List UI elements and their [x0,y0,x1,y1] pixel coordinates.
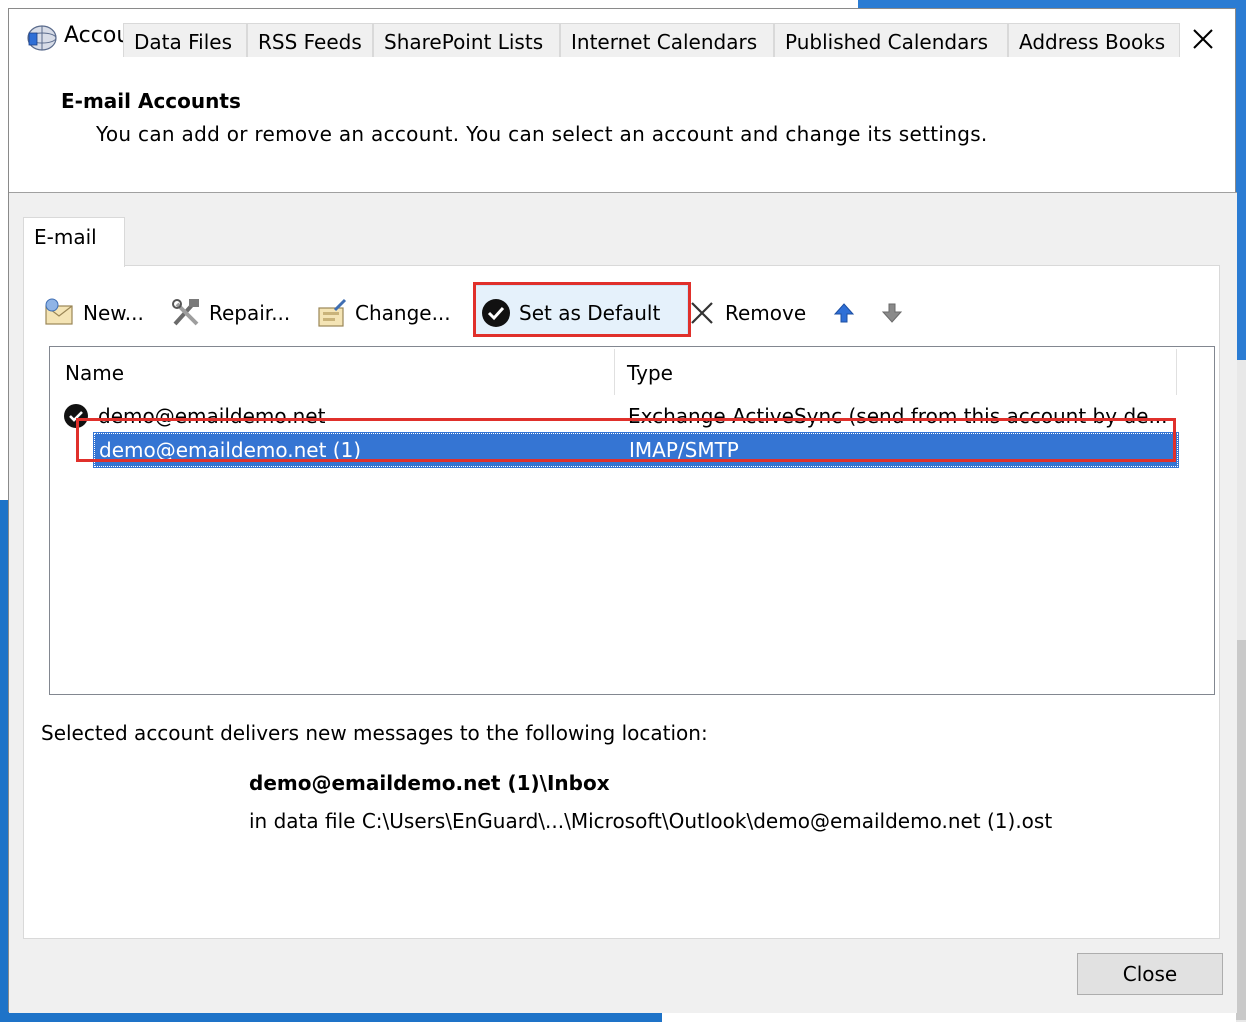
desktop-background [1236,640,1246,1020]
new-account-button[interactable]: New... [43,283,144,343]
tab-data-files[interactable]: Data Files [123,23,247,57]
set-as-default-label: Set as Default [519,301,661,325]
delivery-folder: demo@emaildemo.net (1)\Inbox [249,771,610,795]
list-item[interactable]: demo@emaildemo.net Exchange ActiveSync (… [50,399,1214,433]
remove-x-icon [685,296,719,330]
checkmark-circle-icon [479,296,513,330]
tab-label: E-mail [34,225,97,249]
close-window-icon[interactable] [1185,21,1221,57]
tab-published-calendars[interactable]: Published Calendars [774,23,1008,57]
desktop-background [0,1012,662,1022]
desktop-background [858,0,1246,8]
change-settings-icon [315,296,349,330]
tab-label: Data Files [134,30,232,54]
arrow-up-icon [827,296,861,330]
move-down-button[interactable] [875,283,915,343]
default-account-check-icon [62,402,90,435]
arrow-down-icon [875,296,909,330]
tab-internet-calendars[interactable]: Internet Calendars [560,23,774,57]
remove-button[interactable]: Remove [685,283,806,343]
tab-sharepoint-lists[interactable]: SharePoint Lists [373,23,560,57]
close-button[interactable]: Close [1077,953,1223,995]
new-account-icon [43,296,77,330]
tab-label: Published Calendars [785,30,988,54]
tab-label: RSS Feeds [258,30,362,54]
repair-label: Repair... [209,301,291,325]
tab-label: Address Books [1019,30,1166,54]
change-label: Change... [355,301,451,325]
change-button[interactable]: Change... [315,283,451,343]
account-name: demo@emaildemo.net [98,404,326,428]
move-up-button[interactable] [827,283,867,343]
delivery-location-label: Selected account delivers new messages t… [41,721,708,745]
tab-rss-feeds[interactable]: RSS Feeds [247,23,373,57]
accounts-list[interactable]: Name Type demo@emaildemo.net Exchange Ac… [49,346,1215,695]
section-description: You can add or remove an account. You ca… [96,122,988,146]
column-header-name[interactable]: Name [65,361,124,385]
remove-label: Remove [725,301,807,325]
delivery-data-file: in data file C:\Users\EnGuard\...\Micros… [249,809,1053,833]
column-header-type[interactable]: Type [627,361,673,385]
account-type: Exchange ActiveSync (send from this acco… [628,404,1168,428]
section-title: E-mail Accounts [61,89,241,113]
column-divider [1176,349,1177,395]
account-settings-icon [25,23,59,53]
account-name: demo@emaildemo.net (1) [99,438,362,462]
repair-tools-icon [169,296,203,330]
repair-button[interactable]: Repair... [169,283,290,343]
account-settings-dialog: Account Settings E-mail Accounts You can… [8,8,1237,1013]
set-as-default-button[interactable]: Set as Default [479,283,660,343]
account-type: IMAP/SMTP [629,438,739,462]
column-divider [614,349,615,395]
tab-label: Internet Calendars [571,30,758,54]
tab-address-books[interactable]: Address Books [1008,23,1180,57]
desktop-background [1236,0,1246,360]
tab-label: SharePoint Lists [384,30,544,54]
tab-email[interactable]: E-mail [23,217,125,267]
list-item-selected[interactable]: demo@emaildemo.net (1) IMAP/SMTP [93,432,1179,468]
new-account-label: New... [83,301,144,325]
